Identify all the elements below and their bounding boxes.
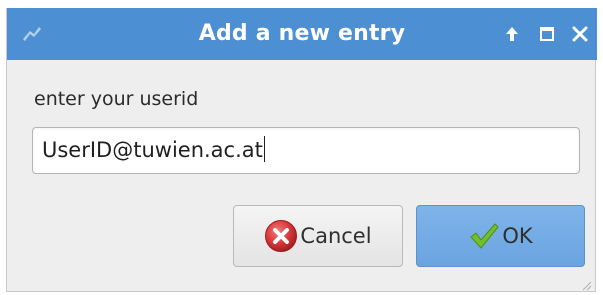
userid-input[interactable]: UserID@tuwien.ac.at (32, 127, 580, 174)
title-bar[interactable]: Add a new entry (7, 8, 597, 60)
userid-input-value[interactable]: UserID@tuwien.ac.at (42, 128, 266, 173)
userid-prompt-label: enter your userid (34, 88, 199, 110)
resize-grip-icon[interactable] (580, 276, 592, 291)
red-x-icon (264, 219, 298, 253)
cancel-button[interactable]: Cancel (233, 205, 403, 267)
add-entry-dialog: Add a new entry enter your userid UserID… (6, 8, 597, 292)
text-caret (263, 136, 266, 162)
ok-button-label: OK (502, 224, 533, 248)
cancel-button-label: Cancel (300, 224, 372, 248)
arrow-up-icon[interactable] (498, 20, 526, 48)
green-check-icon (468, 221, 500, 251)
close-icon[interactable] (566, 20, 594, 48)
maximize-icon[interactable] (533, 20, 561, 48)
ok-button[interactable]: OK (416, 205, 585, 267)
